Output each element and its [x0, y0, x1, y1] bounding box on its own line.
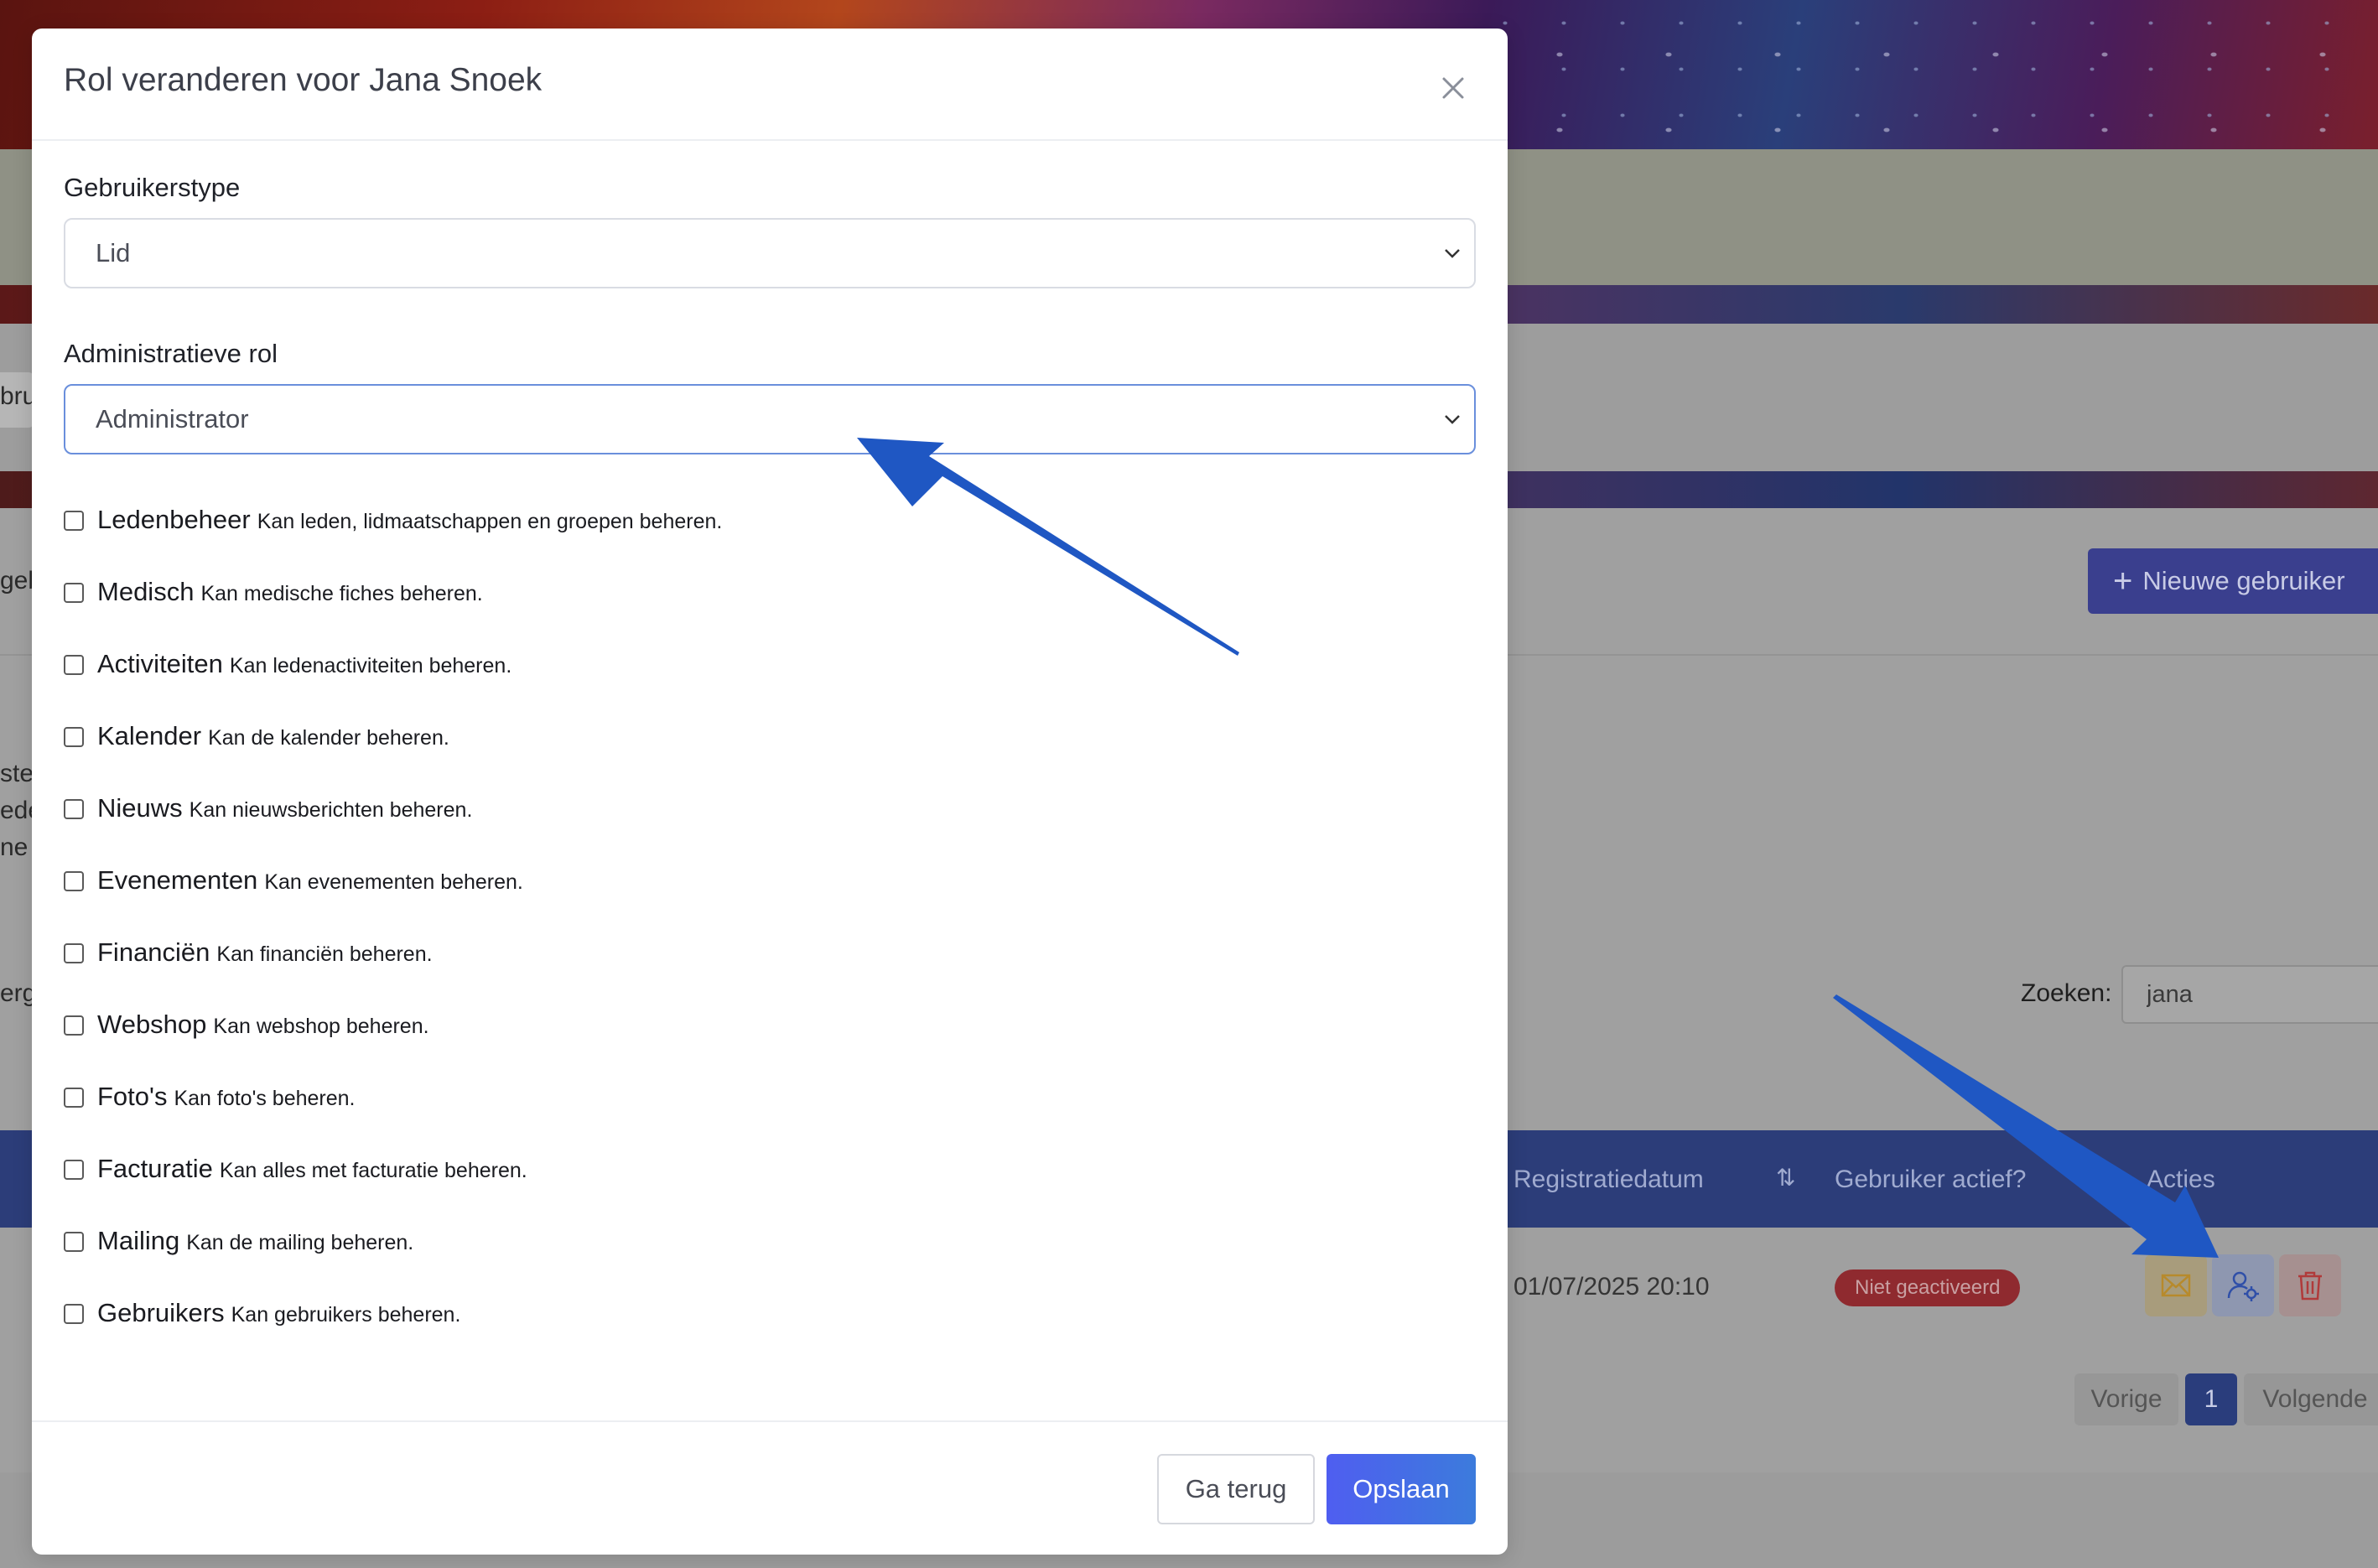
permission-name: Mailing: [97, 1226, 180, 1255]
permission-name: Facturatie: [97, 1154, 213, 1183]
permission-name: Kalender: [97, 721, 202, 750]
admin-role-label: Administratieve rol: [64, 339, 278, 368]
permission-description: Kan nieuwsberichten beheren.: [189, 798, 473, 822]
left-fragment: erg: [0, 979, 37, 1007]
permission-gebruikers: Gebruikers Kan gebruikers beheren.: [64, 1298, 460, 1328]
permission-checkbox[interactable]: [64, 1304, 84, 1324]
trash-icon: [2298, 1271, 2322, 1301]
permission-description: Kan alles met facturatie beheren.: [219, 1159, 527, 1182]
user-type-value: Lid: [96, 238, 131, 267]
permission-description: Kan evenementen beheren.: [264, 870, 523, 894]
permission-fotos: Foto's Kan foto's beheren.: [64, 1082, 356, 1112]
admin-role-value: Administrator: [96, 404, 249, 434]
permission-description: Kan gebruikers beheren.: [231, 1303, 461, 1327]
permission-checkbox[interactable]: [64, 1088, 84, 1108]
delete-user-button[interactable]: [2279, 1254, 2341, 1316]
permission-description: Kan medische fiches beheren.: [200, 582, 483, 605]
permission-name: Foto's: [97, 1082, 168, 1111]
permission-name: Gebruikers: [97, 1298, 225, 1327]
save-button[interactable]: Opslaan: [1327, 1454, 1476, 1524]
user-role-icon: [2227, 1271, 2259, 1301]
user-type-select[interactable]: Lid: [64, 218, 1476, 288]
status-badge: Niet geactiveerd: [1835, 1269, 2021, 1306]
modal-header: Rol veranderen voor Jana Snoek: [32, 29, 1508, 141]
permission-checkbox[interactable]: [64, 871, 84, 891]
new-user-label: Nieuwe gebruiker: [2142, 566, 2345, 595]
chevron-down-icon: [1445, 415, 1460, 424]
permission-checkbox[interactable]: [64, 799, 84, 819]
send-mail-button[interactable]: [2145, 1254, 2207, 1316]
permission-facturatie: Facturatie Kan alles met facturatie behe…: [64, 1154, 527, 1184]
permission-medisch: Medisch Kan medische fiches beheren.: [64, 577, 483, 607]
permission-checkbox[interactable]: [64, 1232, 84, 1252]
user-type-label: Gebruikerstype: [64, 173, 241, 202]
permission-checkbox[interactable]: [64, 1015, 84, 1036]
permission-webshop: Webshop Kan webshop beheren.: [64, 1010, 429, 1040]
permission-name: Medisch: [97, 577, 195, 606]
permission-name: Evenementen: [97, 865, 258, 895]
permission-mailing: Mailing Kan de mailing beheren.: [64, 1226, 413, 1256]
permission-checkbox[interactable]: [64, 511, 84, 531]
left-fragment: ste: [0, 760, 34, 787]
permission-name: Ledenbeheer: [97, 505, 251, 534]
permission-description: Kan leden, lidmaatschappen en groepen be…: [257, 510, 723, 533]
permission-ledenbeheer: Ledenbeheer Kan leden, lidmaatschappen e…: [64, 505, 722, 535]
permission-checkbox[interactable]: [64, 583, 84, 603]
permission-activiteiten: Activiteiten Kan ledenactiviteiten beher…: [64, 649, 511, 679]
permission-description: Kan financiën beheren.: [216, 942, 433, 966]
permission-checkbox[interactable]: [64, 1160, 84, 1180]
modal-title: Rol veranderen voor Jana Snoek: [64, 62, 543, 98]
change-role-button[interactable]: [2212, 1254, 2274, 1316]
chevron-down-icon: [1445, 249, 1460, 258]
permission-kalender: Kalender Kan de kalender beheren.: [64, 721, 449, 751]
close-icon: [1442, 77, 1464, 99]
permission-name: Webshop: [97, 1010, 207, 1039]
pagination-prev[interactable]: Vorige: [2074, 1373, 2178, 1425]
pagination-next[interactable]: Volgende: [2244, 1373, 2378, 1425]
new-user-button[interactable]: + Nieuwe gebruiker: [2088, 548, 2378, 614]
left-fragment: bru: [0, 382, 37, 410]
column-header-registration-date[interactable]: Registratiedatum: [1514, 1166, 1704, 1194]
permission-description: Kan webshop beheren.: [213, 1015, 429, 1038]
permission-financien: Financiën Kan financiën beheren.: [64, 937, 433, 968]
pagination-page-1[interactable]: 1: [2185, 1373, 2237, 1425]
permission-nieuws: Nieuws Kan nieuwsberichten beheren.: [64, 793, 472, 823]
close-button[interactable]: [1434, 69, 1472, 107]
go-back-button[interactable]: Ga terug: [1157, 1454, 1315, 1524]
search-input[interactable]: [2121, 965, 2378, 1024]
column-header-actions: Acties: [2147, 1166, 2215, 1193]
permission-name: Activiteiten: [97, 649, 223, 678]
admin-role-select[interactable]: Administrator: [64, 384, 1476, 454]
change-role-modal: Rol veranderen voor Jana Snoek Gebruiker…: [32, 29, 1508, 1555]
plus-icon: +: [2113, 563, 2133, 600]
permission-checkbox[interactable]: [64, 943, 84, 963]
permission-description: Kan foto's beheren.: [174, 1087, 356, 1110]
permission-description: Kan ledenactiviteiten beheren.: [229, 654, 512, 678]
column-header-user-active[interactable]: Gebruiker actief?: [1835, 1166, 2026, 1194]
permission-checkbox[interactable]: [64, 727, 84, 747]
permission-description: Kan de kalender beheren.: [208, 726, 449, 750]
registration-date-cell: 01/07/2025 20:10: [1514, 1273, 1710, 1301]
search-label: Zoeken:: [2021, 979, 2112, 1007]
permission-evenementen: Evenementen Kan evenementen beheren.: [64, 865, 523, 896]
permission-description: Kan de mailing beheren.: [186, 1231, 414, 1254]
permission-name: Financiën: [97, 937, 210, 967]
sort-icon[interactable]: ⇅: [1776, 1164, 1795, 1192]
permission-checkbox[interactable]: [64, 655, 84, 675]
mail-icon: [2161, 1274, 2191, 1297]
permission-name: Nieuws: [97, 793, 183, 823]
